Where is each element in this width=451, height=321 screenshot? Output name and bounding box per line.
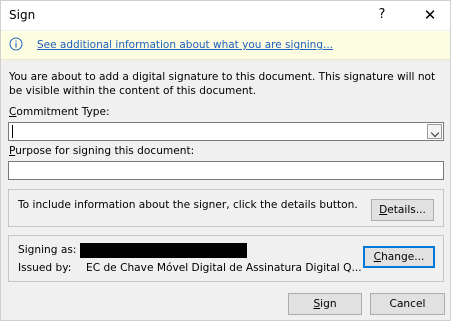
dropdown-button[interactable]: [427, 124, 442, 139]
change-button[interactable]: Change...: [363, 246, 435, 268]
title-bar: Sign ? ✕: [1, 1, 450, 30]
sign-label: ign: [320, 298, 337, 310]
commitment-type-label: Commitment Type:: [9, 106, 110, 118]
purpose-input[interactable]: [8, 161, 444, 180]
commitment-type-combobox[interactable]: [8, 122, 444, 141]
details-label: etails...: [387, 204, 426, 216]
additional-info-link[interactable]: See additional information about what yo…: [37, 39, 333, 51]
purpose-label-text: urpose for signing this document:: [15, 145, 195, 157]
text-cursor: [12, 125, 13, 138]
signing-as-label: Signing as:: [18, 244, 77, 256]
signer-details-group: To include information about the signer,…: [8, 189, 444, 227]
close-button[interactable]: ✕: [415, 3, 445, 27]
change-mnemonic: C: [373, 251, 382, 263]
commitment-type-label-text: ommitment Type:: [16, 106, 110, 118]
change-label: hange...: [381, 251, 425, 263]
signing-certificate-group: Signing as: Issued by: EC de Chave Móvel…: [8, 235, 444, 282]
info-bar: See additional information about what yo…: [1, 31, 450, 60]
issued-by-label: Issued by:: [18, 262, 72, 274]
window-title: Sign: [9, 8, 36, 22]
sign-button[interactable]: Sign: [288, 293, 362, 315]
signer-details-text: To include information about the signer,…: [18, 199, 358, 211]
info-icon: [9, 37, 23, 51]
issued-by-value: EC de Chave Móvel Digital de Assinatura …: [86, 262, 362, 274]
chevron-down-icon: [430, 128, 440, 138]
signature-description: You are about to add a digital signature…: [9, 71, 436, 97]
purpose-label: Purpose for signing this document:: [9, 145, 194, 157]
sign-dialog: Sign ? ✕ See additional information abou…: [0, 0, 451, 321]
cancel-button[interactable]: Cancel: [370, 293, 445, 315]
redacted-signer-name: [80, 243, 247, 258]
help-button[interactable]: ?: [367, 3, 397, 27]
details-button[interactable]: Details...: [371, 199, 434, 221]
